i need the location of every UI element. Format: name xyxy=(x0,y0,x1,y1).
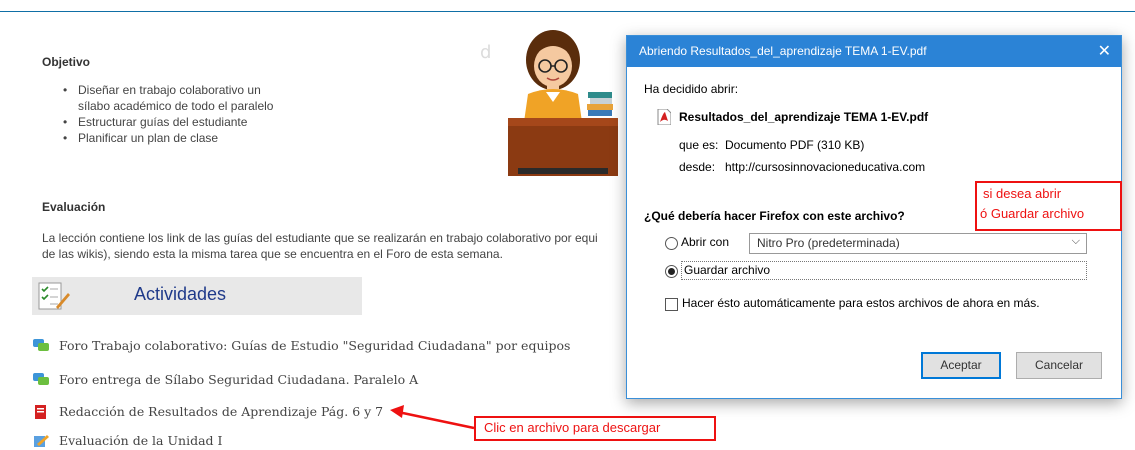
accept-button[interactable]: Aceptar xyxy=(921,352,1001,379)
dialog-title: Abriendo Resultados_del_aprendizaje TEMA… xyxy=(639,44,927,58)
open-save-callout-line-1: si desea abrir xyxy=(983,186,1062,201)
file-source-value: http://cursosinnovacioneducativa.com xyxy=(725,160,926,174)
open-with-label[interactable]: Abrir con xyxy=(681,235,729,249)
file-source-label: desde: xyxy=(679,160,716,174)
pdf-file-icon xyxy=(657,109,671,125)
auto-checkbox[interactable] xyxy=(665,298,678,311)
open-save-callout: si desea abrir ó Guardar archivo xyxy=(975,181,1122,231)
save-file-label[interactable]: Guardar archivo xyxy=(684,263,770,277)
application-select[interactable]: Nitro Pro (predeterminada) ⌵ xyxy=(749,233,1087,254)
action-question: ¿Qué debería hacer Firefox con este arch… xyxy=(644,209,905,223)
decided-label: Ha decidido abrir: xyxy=(644,82,739,96)
cancel-button[interactable]: Cancelar xyxy=(1016,352,1102,379)
auto-label[interactable]: Hacer ésto automáticamente para estos ar… xyxy=(682,296,1040,310)
file-type-value: Documento PDF (310 KB) xyxy=(725,138,865,152)
open-save-callout-line-2: ó Guardar archivo xyxy=(980,206,1085,221)
chevron-down-icon: ⌵ xyxy=(1071,235,1080,247)
file-name: Resultados_del_aprendizaje TEMA 1-EV.pdf xyxy=(679,110,929,124)
open-with-radio[interactable] xyxy=(665,237,678,250)
application-select-value: Nitro Pro (predeterminada) xyxy=(757,236,900,250)
file-type-label: que es: xyxy=(679,138,719,152)
close-icon[interactable]: ✕ xyxy=(1098,41,1111,61)
dialog-titlebar: Abriendo Resultados_del_aprendizaje TEMA… xyxy=(627,36,1121,67)
save-file-radio[interactable] xyxy=(665,265,678,278)
